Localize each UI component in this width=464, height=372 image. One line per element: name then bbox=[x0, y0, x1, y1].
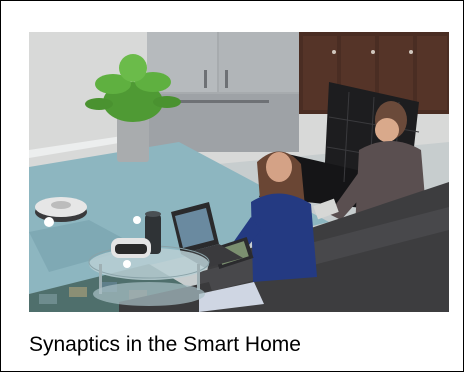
smart-home-illustration bbox=[29, 32, 449, 312]
image-card: Synaptics in the Smart Home bbox=[0, 0, 464, 372]
caption: Synaptics in the Smart Home bbox=[29, 333, 301, 356]
refrigerator bbox=[147, 32, 299, 152]
